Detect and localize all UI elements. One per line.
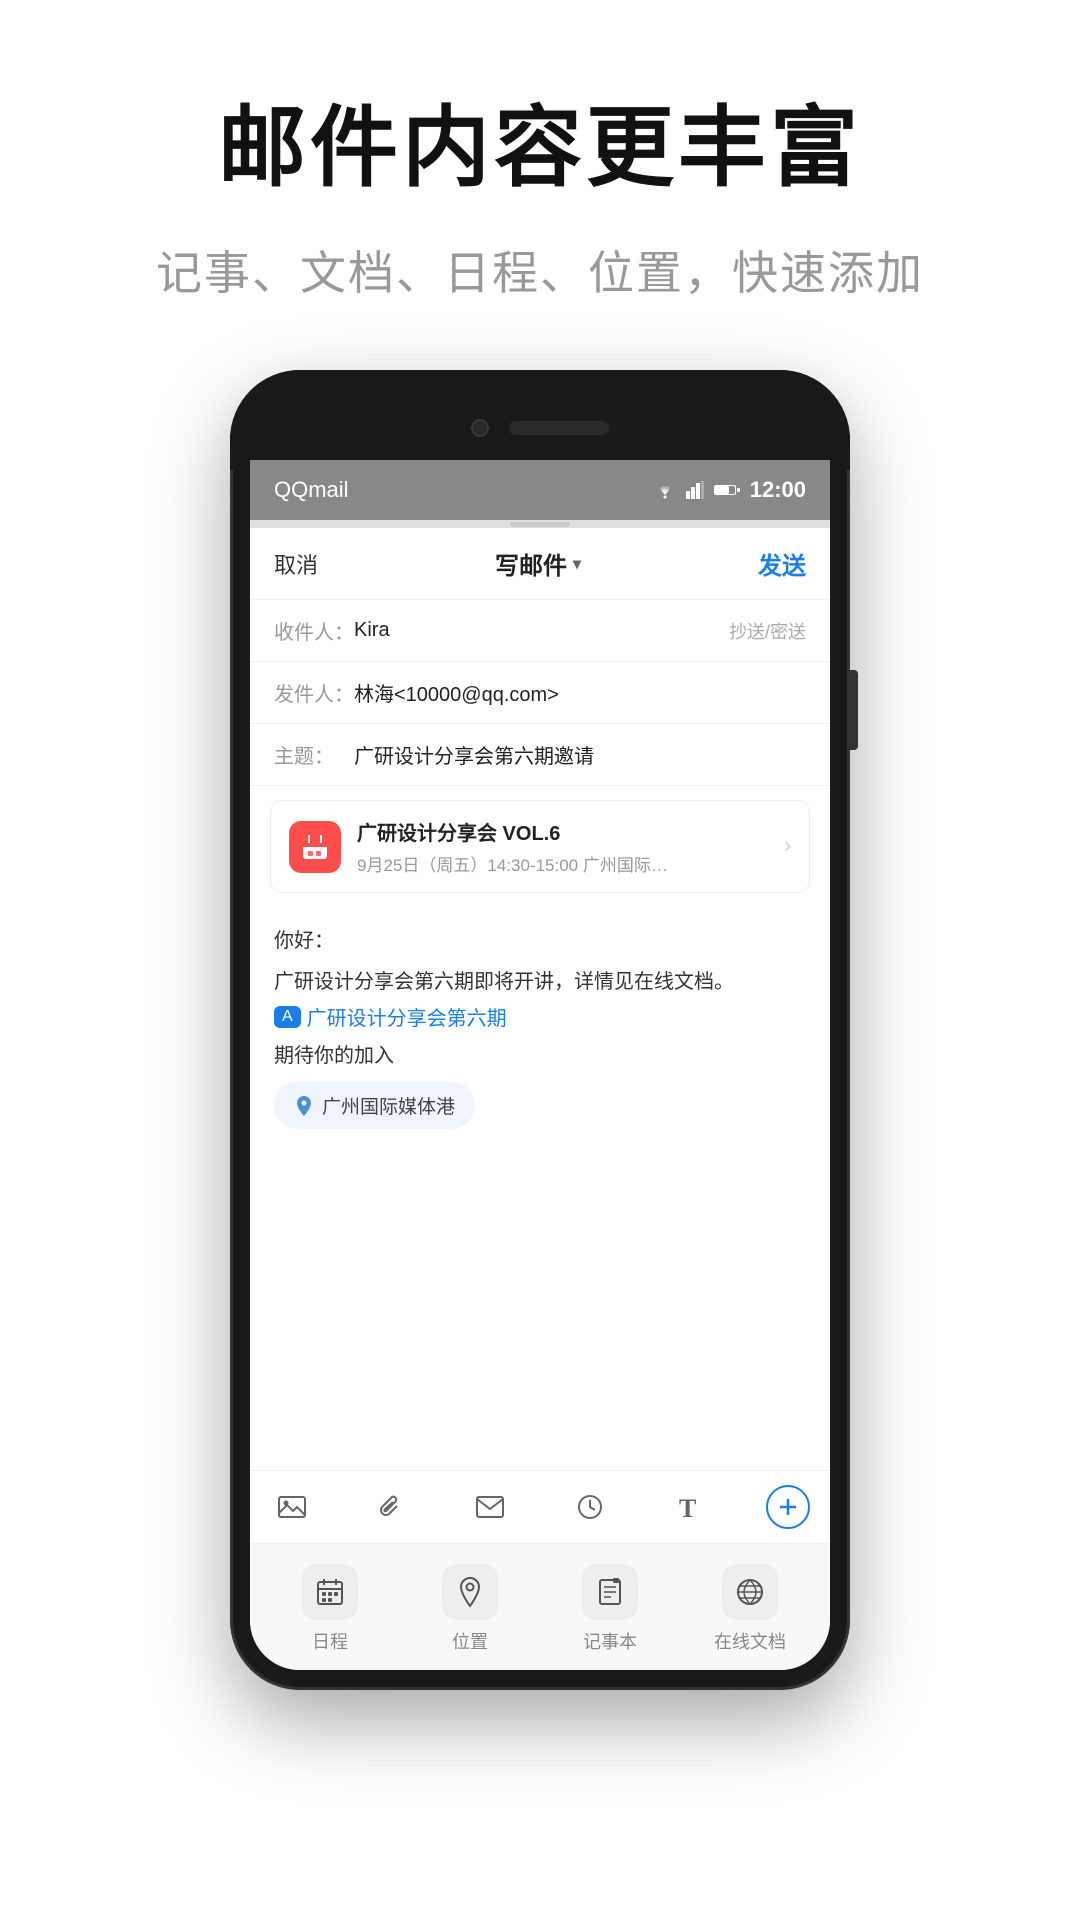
notepad-label: 记事本 [583,1628,637,1654]
text-format-icon[interactable]: T [667,1485,711,1529]
phone-screen: QQmail [250,460,830,1670]
status-bar: QQmail [250,460,830,520]
send-button[interactable]: 发送 [758,546,806,581]
body-line-1: 广研设计分享会第六期即将开讲，详情见在线文档。 [274,965,806,994]
bottom-item-calendar[interactable]: 日程 [260,1564,400,1654]
calendar-label: 日程 [312,1628,348,1654]
calendar-icon [300,832,330,862]
clock-icon[interactable] [568,1485,612,1529]
image-icon[interactable] [270,1485,314,1529]
bottom-item-location[interactable]: 位置 [400,1564,540,1654]
body-greeting: 你好： [274,925,806,957]
status-app-name: QQmail [274,477,349,503]
phone-camera [471,419,489,437]
location-name: 广州国际媒体港 [322,1092,455,1119]
pull-indicator [250,520,830,528]
compose-nav: 取消 写邮件 ▾ 发送 [250,528,830,600]
toolbar: T [250,1470,830,1543]
recipient-field: 收件人： Kira 抄送/密送 [250,600,830,662]
body-ending: 期待你的加入 [274,1039,806,1068]
doc-badge-icon: A [282,1008,293,1026]
status-time: 12:00 [750,477,806,503]
event-chevron-icon: › [784,835,791,858]
bottom-item-notepad[interactable]: 记事本 [540,1564,680,1654]
email-compose-screen: 取消 写邮件 ▾ 发送 收件人： Kira 抄送/密送 发件人： 林海<10 [250,528,830,1670]
notepad-bottom-icon [582,1564,638,1620]
sender-field: 发件人： 林海<10000@qq.com> [250,662,830,724]
bottom-bar: 日程 位置 [250,1543,830,1670]
phone-speaker [509,421,609,435]
subject-value[interactable]: 广研设计分享会第六期邀请 [354,740,806,769]
bottom-item-online-doc[interactable]: 在线文档 [680,1564,820,1654]
add-button[interactable] [766,1485,810,1529]
phone-shell: QQmail [230,370,850,1690]
event-details: 9月25日（周五）14:30-15:00 广州国际… [357,851,768,876]
event-card[interactable]: 广研设计分享会 VOL.6 9月25日（周五）14:30-15:00 广州国际…… [270,800,810,893]
doc-badge: A [274,1006,301,1028]
recipient-value[interactable]: Kira [354,619,729,642]
email-body[interactable]: 你好： 广研设计分享会第六期即将开讲，详情见在线文档。 A 广研设计分享会第六期… [250,907,830,1470]
pin-svg [294,1095,314,1117]
subject-label: 主题： [274,740,354,769]
calendar-bottom-icon [302,1564,358,1620]
wifi-icon [654,481,676,499]
attachment-icon[interactable] [369,1485,413,1529]
cc-bcc-button[interactable]: 抄送/密送 [729,618,806,644]
body-line-doc: A 广研设计分享会第六期 [274,1002,806,1031]
battery-icon [714,483,740,497]
signal-icon [686,481,704,499]
online-doc-label: 在线文档 [714,1628,786,1654]
sender-label: 发件人： [274,678,354,707]
cancel-button[interactable]: 取消 [274,548,318,580]
location-bottom-icon [442,1564,498,1620]
location-pin-icon [294,1095,314,1117]
svg-text:T: T [679,1495,696,1519]
subject-field: 主题： 广研设计分享会第六期邀请 [250,724,830,786]
event-calendar-icon [289,821,341,873]
recipient-label: 收件人： [274,616,354,645]
status-icons: 12:00 [654,477,806,503]
doc-link[interactable]: 广研设计分享会第六期 [307,1002,507,1031]
event-info: 广研设计分享会 VOL.6 9月25日（周五）14:30-15:00 广州国际… [357,817,768,876]
compose-title: 写邮件 ▾ [495,546,581,581]
header-section: 邮件内容更丰富 记事、文档、日程、位置，快速添加 [0,0,1080,363]
location-tag[interactable]: 广州国际媒体港 [274,1082,475,1129]
main-title: 邮件内容更丰富 [0,100,1080,197]
chevron-down-icon: ▾ [573,554,581,574]
phone-notch [230,370,850,470]
sub-title: 记事、文档、日程、位置，快速添加 [0,237,1080,303]
online-doc-bottom-icon [722,1564,778,1620]
pull-bar [510,522,570,527]
phone-side-button [850,670,858,750]
phone-mockup: QQmail [230,370,850,1690]
email-icon[interactable] [468,1485,512,1529]
sender-value[interactable]: 林海<10000@qq.com> [354,678,806,707]
location-label: 位置 [452,1628,488,1654]
event-title: 广研设计分享会 VOL.6 [357,817,768,846]
